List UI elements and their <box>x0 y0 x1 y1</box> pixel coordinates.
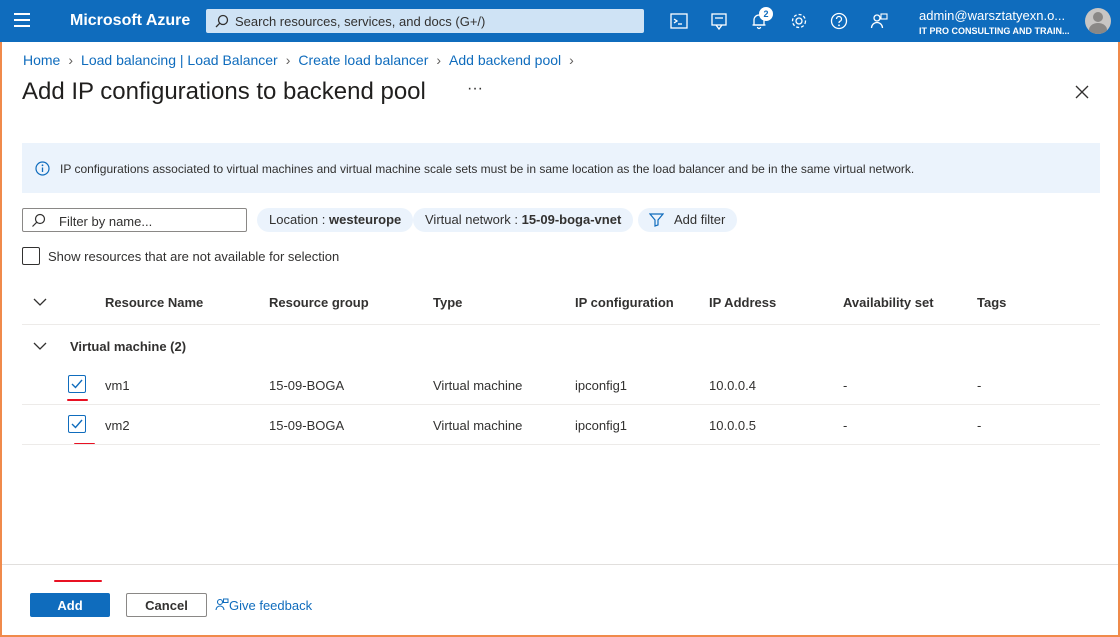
more-options-button[interactable]: ··· <box>467 80 483 98</box>
divider <box>22 324 1100 325</box>
give-feedback-link[interactable]: Give feedback <box>215 598 312 613</box>
vnet-filter-value: 15-09-boga-vnet <box>521 212 622 227</box>
footer-divider <box>2 564 1118 565</box>
group-header-virtual-machine[interactable]: Virtual machine (2) <box>70 339 186 354</box>
account-info[interactable]: admin@warsztatyexn.o... IT PRO CONSULTIN… <box>919 8 1070 36</box>
close-icon[interactable] <box>1074 84 1090 100</box>
menu-icon[interactable] <box>14 13 30 27</box>
cloud-shell-icon[interactable] <box>669 11 689 31</box>
highlight-underline <box>54 580 102 582</box>
location-filter-label: Location : <box>269 212 329 227</box>
chevron-right-icon: › <box>436 52 442 68</box>
directory-filter-icon[interactable] <box>709 11 729 31</box>
cell-type: Virtual machine <box>433 418 523 433</box>
add-filter-button[interactable]: Add filter <box>638 208 738 232</box>
divider <box>22 404 1100 405</box>
chevron-right-icon: › <box>569 52 574 68</box>
column-header-type[interactable]: Type <box>433 295 462 310</box>
cell-tags: - <box>977 378 982 393</box>
search-icon <box>215 14 229 28</box>
global-search-input[interactable]: Search resources, services, and docs (G+… <box>206 9 644 33</box>
chevron-down-icon[interactable] <box>33 341 47 351</box>
cell-type: Virtual machine <box>433 378 523 393</box>
page-title: Add IP configurations to backend pool <box>22 78 426 105</box>
cancel-button[interactable]: Cancel <box>126 593 207 617</box>
cell-ip-address: 10.0.0.4 <box>709 378 756 393</box>
highlight-underline <box>67 399 88 401</box>
info-banner: IP configurations associated to virtual … <box>22 143 1100 193</box>
divider <box>22 444 1100 445</box>
checkmark-icon <box>71 419 83 429</box>
vnet-filter-label: Virtual network : <box>425 212 522 227</box>
breadcrumb-load-balancing[interactable]: Load balancing | Load Balancer <box>81 52 278 68</box>
gear-icon[interactable] <box>789 11 809 31</box>
cell-resource-name: vm1 <box>105 378 130 393</box>
cell-ip-configuration: ipconfig1 <box>575 378 628 393</box>
breadcrumb: Home › Load balancing | Load Balancer › Crea… <box>23 52 582 68</box>
column-header-tags[interactable]: Tags <box>977 295 1006 310</box>
chevron-right-icon: › <box>285 52 291 68</box>
cell-ip-configuration: ipconfig1 <box>575 418 628 433</box>
breadcrumb-add-backend-pool[interactable]: Add backend pool <box>449 52 561 68</box>
search-icon <box>32 213 46 227</box>
cell-tags: - <box>977 418 982 433</box>
cell-ip-address: 10.0.0.5 <box>709 418 756 433</box>
breadcrumb-create-load-balancer[interactable]: Create load balancer <box>298 52 428 68</box>
filter-by-name-input[interactable]: Filter by name... <box>22 208 247 232</box>
info-text: IP configurations associated to virtual … <box>60 162 915 176</box>
info-icon <box>35 161 50 176</box>
column-header-availability-set[interactable]: Availability set <box>843 295 934 310</box>
notification-badge: 2 <box>759 7 773 21</box>
column-header-resource-name[interactable]: Resource Name <box>105 295 203 310</box>
top-bar: Microsoft Azure Search resources, servic… <box>0 0 1120 42</box>
show-unavailable-checkbox[interactable] <box>22 247 40 265</box>
add-filter-label: Add filter <box>674 212 726 227</box>
give-feedback-label: Give feedback <box>229 598 313 613</box>
filter-placeholder: Filter by name... <box>59 214 153 229</box>
cell-resource-name: vm2 <box>105 418 130 433</box>
vnet-filter-pill[interactable]: Virtual network : 15-09-boga-vnet <box>413 208 634 232</box>
avatar[interactable] <box>1085 8 1111 34</box>
column-header-ip-configuration[interactable]: IP configuration <box>575 295 674 310</box>
show-unavailable-label: Show resources that are not available fo… <box>48 249 340 264</box>
filter-icon <box>649 213 664 227</box>
feedback-icon <box>215 598 229 611</box>
chevron-right-icon: › <box>68 52 74 68</box>
column-header-resource-group[interactable]: Resource group <box>269 295 369 310</box>
breadcrumb-home[interactable]: Home <box>23 52 60 68</box>
column-header-ip-address[interactable]: IP Address <box>709 295 776 310</box>
cell-resource-group: 15-09-BOGA <box>269 378 345 393</box>
feedback-icon[interactable] <box>869 11 889 31</box>
row-checkbox-vm2[interactable] <box>68 415 86 433</box>
cell-resource-group: 15-09-BOGA <box>269 418 345 433</box>
row-checkbox-vm1[interactable] <box>68 375 86 393</box>
add-button[interactable]: Add <box>30 593 110 617</box>
cell-availability-set: - <box>843 378 848 393</box>
search-placeholder: Search resources, services, and docs (G+… <box>235 14 486 29</box>
chevron-down-icon[interactable] <box>33 297 47 307</box>
account-name: admin@warsztatyexn.o... <box>919 8 1066 23</box>
help-icon[interactable] <box>829 11 849 31</box>
brand-title[interactable]: Microsoft Azure <box>70 12 190 30</box>
location-filter-pill[interactable]: Location : westeurope <box>257 208 414 232</box>
location-filter-value: westeurope <box>329 212 402 227</box>
cell-availability-set: - <box>843 418 848 433</box>
account-org: IT PRO CONSULTING AND TRAIN... <box>919 26 1070 36</box>
checkmark-icon <box>71 379 83 389</box>
